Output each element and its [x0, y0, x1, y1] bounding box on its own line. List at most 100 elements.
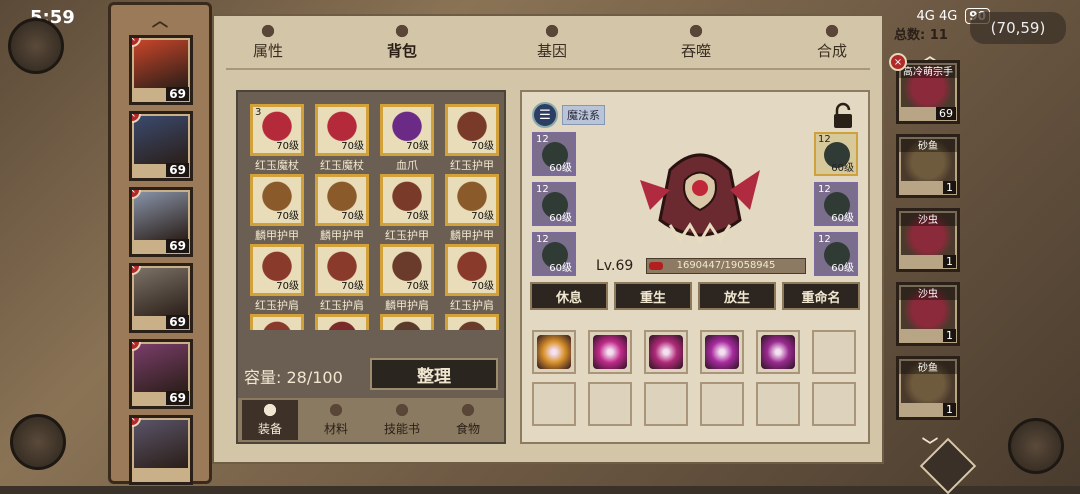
equip-count: 12 [818, 234, 831, 245]
category-tab[interactable]: 装备 [242, 400, 298, 440]
faction-tag: ☰ 魔法系 [532, 102, 605, 128]
bag-item[interactable]: 3 70级 [250, 104, 304, 156]
pet-name: 砂鱼 [899, 137, 957, 152]
bag-item[interactable] [380, 314, 434, 330]
home-button[interactable] [1008, 418, 1064, 474]
equip-slot[interactable]: 12 60级 [532, 232, 576, 276]
pet-detail-panel: ☰ 魔法系 12 60级 12 60级 12 60级 12 60级 12 60级 12 60级 Lv.… [520, 90, 870, 444]
bag-grid: 3 70级 红玉魔杖 70级 红玉魔杖 70级 血爪 70级 红玉护甲 70级 麟甲护甲 70级 麟甲护… [246, 104, 502, 330]
list-icon[interactable]: ☰ [532, 102, 558, 128]
pet-list[interactable]: ︿ 高冷萌宗手 69 × 砂鱼 1 沙虫 1 沙虫 1 砂鱼 1 ﹀ [888, 14, 972, 455]
flame-icon [256, 22, 280, 40]
bag-item[interactable]: 70级 [380, 244, 434, 296]
hero-card[interactable]: ×69 [129, 111, 193, 181]
lock-icon[interactable] [832, 102, 854, 130]
action-button[interactable]: 放生 [698, 282, 776, 310]
pet-number: 1 [943, 255, 956, 268]
magic-orb-icon [649, 335, 683, 369]
tab-synthesis[interactable]: 合成 [802, 20, 862, 66]
bag-item[interactable]: 70级 [445, 104, 499, 156]
bag-item[interactable]: 70级 [380, 104, 434, 156]
golden-swirl-icon [537, 335, 571, 369]
pet-card[interactable]: 砂鱼 1 [896, 134, 960, 198]
action-button[interactable]: 重生 [614, 282, 692, 310]
category-label: 装备 [257, 422, 282, 436]
pet-card[interactable]: 砂鱼 1 [896, 356, 960, 420]
player-avatar-button[interactable] [8, 18, 64, 74]
equip-slot[interactable]: 12 60级 [532, 182, 576, 226]
chevron-down-icon[interactable]: ﹀ [152, 455, 168, 479]
item-name: 红玉护肩 [255, 299, 299, 312]
tab-devour[interactable]: 吞噬 [666, 20, 726, 66]
magic-burst-icon [593, 335, 627, 369]
tab-bag[interactable]: 背包 [372, 20, 432, 66]
chevron-up-icon[interactable]: ︿ [152, 7, 168, 31]
skill-slot[interactable] [532, 330, 576, 374]
category-tab[interactable]: 材料 [308, 400, 364, 440]
tab-label: 基因 [536, 42, 567, 60]
hero-portrait [134, 40, 188, 88]
bag-item[interactable] [315, 314, 369, 330]
bag-item[interactable]: 70级 [315, 104, 369, 156]
bag-item[interactable] [250, 314, 304, 330]
item-level: 70级 [406, 281, 429, 292]
skill-slot[interactable] [700, 330, 744, 374]
pet-card[interactable]: 沙虫 1 [896, 282, 960, 346]
item-name: 红玉魔杖 [255, 159, 299, 172]
pet-menu-button[interactable] [10, 414, 66, 470]
hero-card[interactable]: ×69 [129, 35, 193, 105]
pet-card[interactable]: 高冷萌宗手 69 × [889, 53, 960, 124]
bag-item[interactable]: 70级 [315, 244, 369, 296]
bag-icon [390, 22, 414, 40]
item-art [389, 321, 425, 330]
equip-level: 60级 [831, 163, 854, 174]
skill-slot[interactable] [756, 330, 800, 374]
category-tab[interactable]: 技能书 [374, 400, 430, 440]
bag-panel: 3 70级 红玉魔杖 70级 红玉魔杖 70级 血爪 70级 红玉护甲 70级 麟甲护甲 70级 麟甲护… [236, 90, 506, 444]
category-label: 技能书 [383, 422, 420, 436]
skill-slot[interactable] [588, 330, 632, 374]
tab-gene[interactable]: 基因 [522, 20, 582, 66]
empty-skill-slot [700, 382, 744, 426]
hero-level: 69 [166, 239, 189, 253]
bag-item[interactable]: 70级 [250, 244, 304, 296]
sort-button[interactable]: 整理 [370, 358, 498, 390]
hammer-icon [259, 400, 281, 420]
equip-slot[interactable]: 12 60级 [814, 132, 858, 176]
bag-item[interactable]: 70级 [315, 174, 369, 226]
bag-item[interactable] [445, 314, 499, 330]
crate-icon [325, 400, 347, 420]
item-name: 红玉护甲 [385, 229, 429, 242]
equip-slot[interactable]: 12 60级 [814, 182, 858, 226]
hero-list[interactable]: ︿ ×69×69×69×69×69× ﹀ [108, 2, 212, 485]
pet-number: 1 [943, 403, 956, 416]
synthesis-icon [820, 22, 844, 40]
hero-portrait [134, 116, 188, 164]
close-icon[interactable]: × [889, 53, 907, 71]
equip-count: 12 [818, 134, 831, 145]
skill-slot[interactable] [644, 330, 688, 374]
action-button[interactable]: 休息 [530, 282, 608, 310]
bag-item[interactable]: 70级 [445, 244, 499, 296]
item-name: 麟甲护甲 [320, 229, 364, 242]
bag-item[interactable]: 70级 [445, 174, 499, 226]
empty-skill-slot [756, 382, 800, 426]
exp-bar: 1690447/19058945 [646, 258, 806, 274]
pet-card[interactable]: 沙虫 1 [896, 208, 960, 272]
equip-slot[interactable]: 12 60级 [532, 132, 576, 176]
hero-card[interactable]: ×69 [129, 339, 193, 409]
hero-card[interactable]: ×69 [129, 263, 193, 333]
category-tab[interactable]: 食物 [440, 400, 496, 440]
pet-portrait [640, 153, 760, 245]
action-button[interactable]: 重命名 [782, 282, 860, 310]
equip-slot[interactable]: 12 60级 [814, 232, 858, 276]
bag-item[interactable]: 70级 [380, 174, 434, 226]
hero-portrait [134, 344, 188, 392]
pet-name: 沙虫 [899, 285, 957, 300]
map-coordinates: (70,59) [970, 12, 1066, 44]
hero-card[interactable]: ×69 [129, 187, 193, 257]
tab-flame[interactable]: 属性 [238, 20, 298, 66]
exp-text: 1690447/19058945 [676, 260, 776, 271]
bag-item[interactable]: 70级 [250, 174, 304, 226]
equip-count: 12 [536, 234, 549, 245]
